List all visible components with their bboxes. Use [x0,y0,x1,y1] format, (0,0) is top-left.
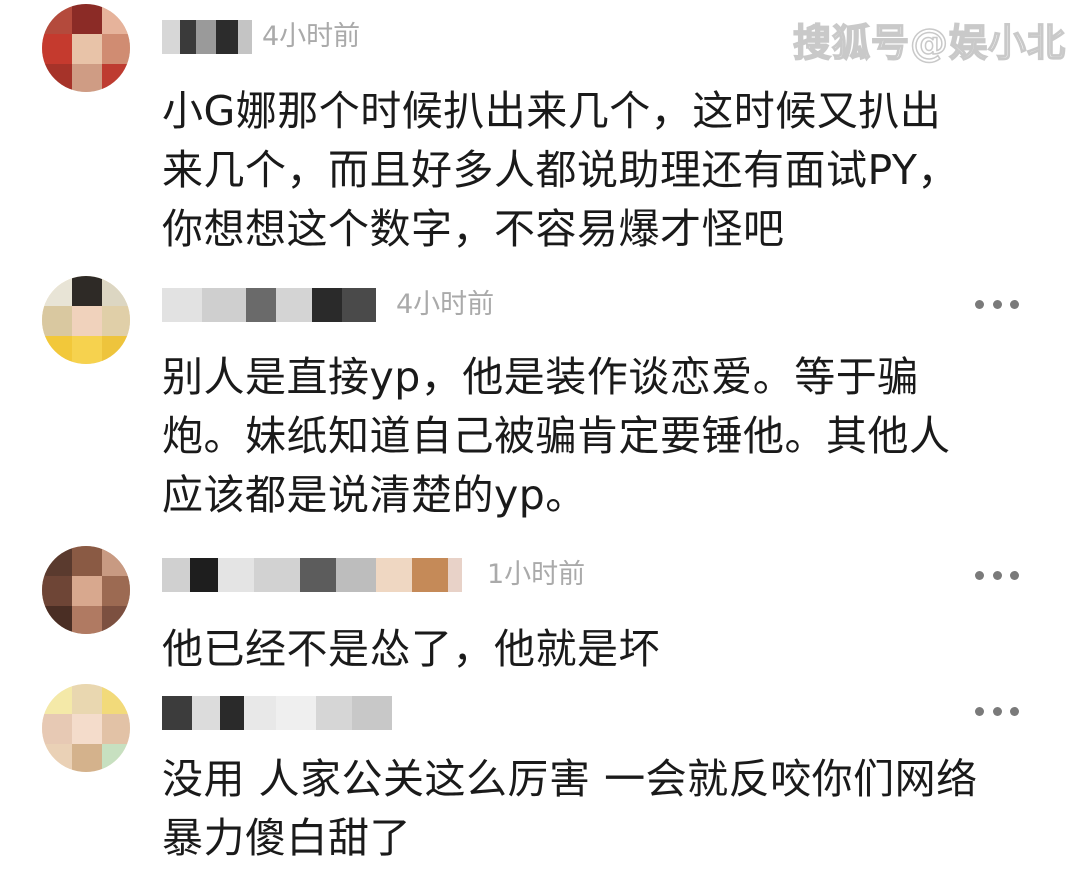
username-redacted[interactable] [162,20,252,54]
more-horizontal-icon [975,299,984,309]
more-options-button[interactable] [975,568,1019,582]
timestamp: 4小时前 [262,21,361,52]
comment-text: 别人是直接yp，他是装作谈恋爱。等于骗 炮。妹纸知道自己被骗肯定要锤他。其他人 … [162,353,951,519]
more-horizontal-icon [975,570,984,580]
more-options-button[interactable] [975,297,1019,311]
avatar[interactable] [42,684,130,772]
comment-text: 他已经不是怂了，他就是坏 [162,625,660,673]
avatar[interactable] [42,4,130,92]
more-options-button[interactable] [975,704,1019,718]
avatar[interactable] [42,276,130,364]
comment-item: 4小时前 小G娜那个时候扒出来几个，这时候又扒出 来几个，而且好多人都说助理还有… [0,0,1080,260]
comment-item: 没用 人家公关这么厉害 一会就反咬你们网络 暴力傻白甜了 [0,680,1080,876]
more-horizontal-icon [975,706,984,716]
timestamp: 1小时前 [487,559,586,590]
username-redacted[interactable] [162,558,462,592]
comment-item: 1小时前 他已经不是怂了，他就是坏 [0,540,1080,680]
comment-item: 4小时前 别人是直接yp，他是装作谈恋爱。等于骗 炮。妹纸知道自己被骗肯定要锤他… [0,260,1080,540]
timestamp: 4小时前 [396,289,495,320]
username-redacted[interactable] [162,288,376,322]
username-redacted[interactable] [162,696,392,730]
avatar[interactable] [42,546,130,634]
comment-text: 没用 人家公关这么厉害 一会就反咬你们网络 暴力傻白甜了 [162,755,978,862]
comment-text: 小G娜那个时候扒出来几个，这时候又扒出 来几个，而且好多人都说助理还有面试PY，… [162,87,959,253]
